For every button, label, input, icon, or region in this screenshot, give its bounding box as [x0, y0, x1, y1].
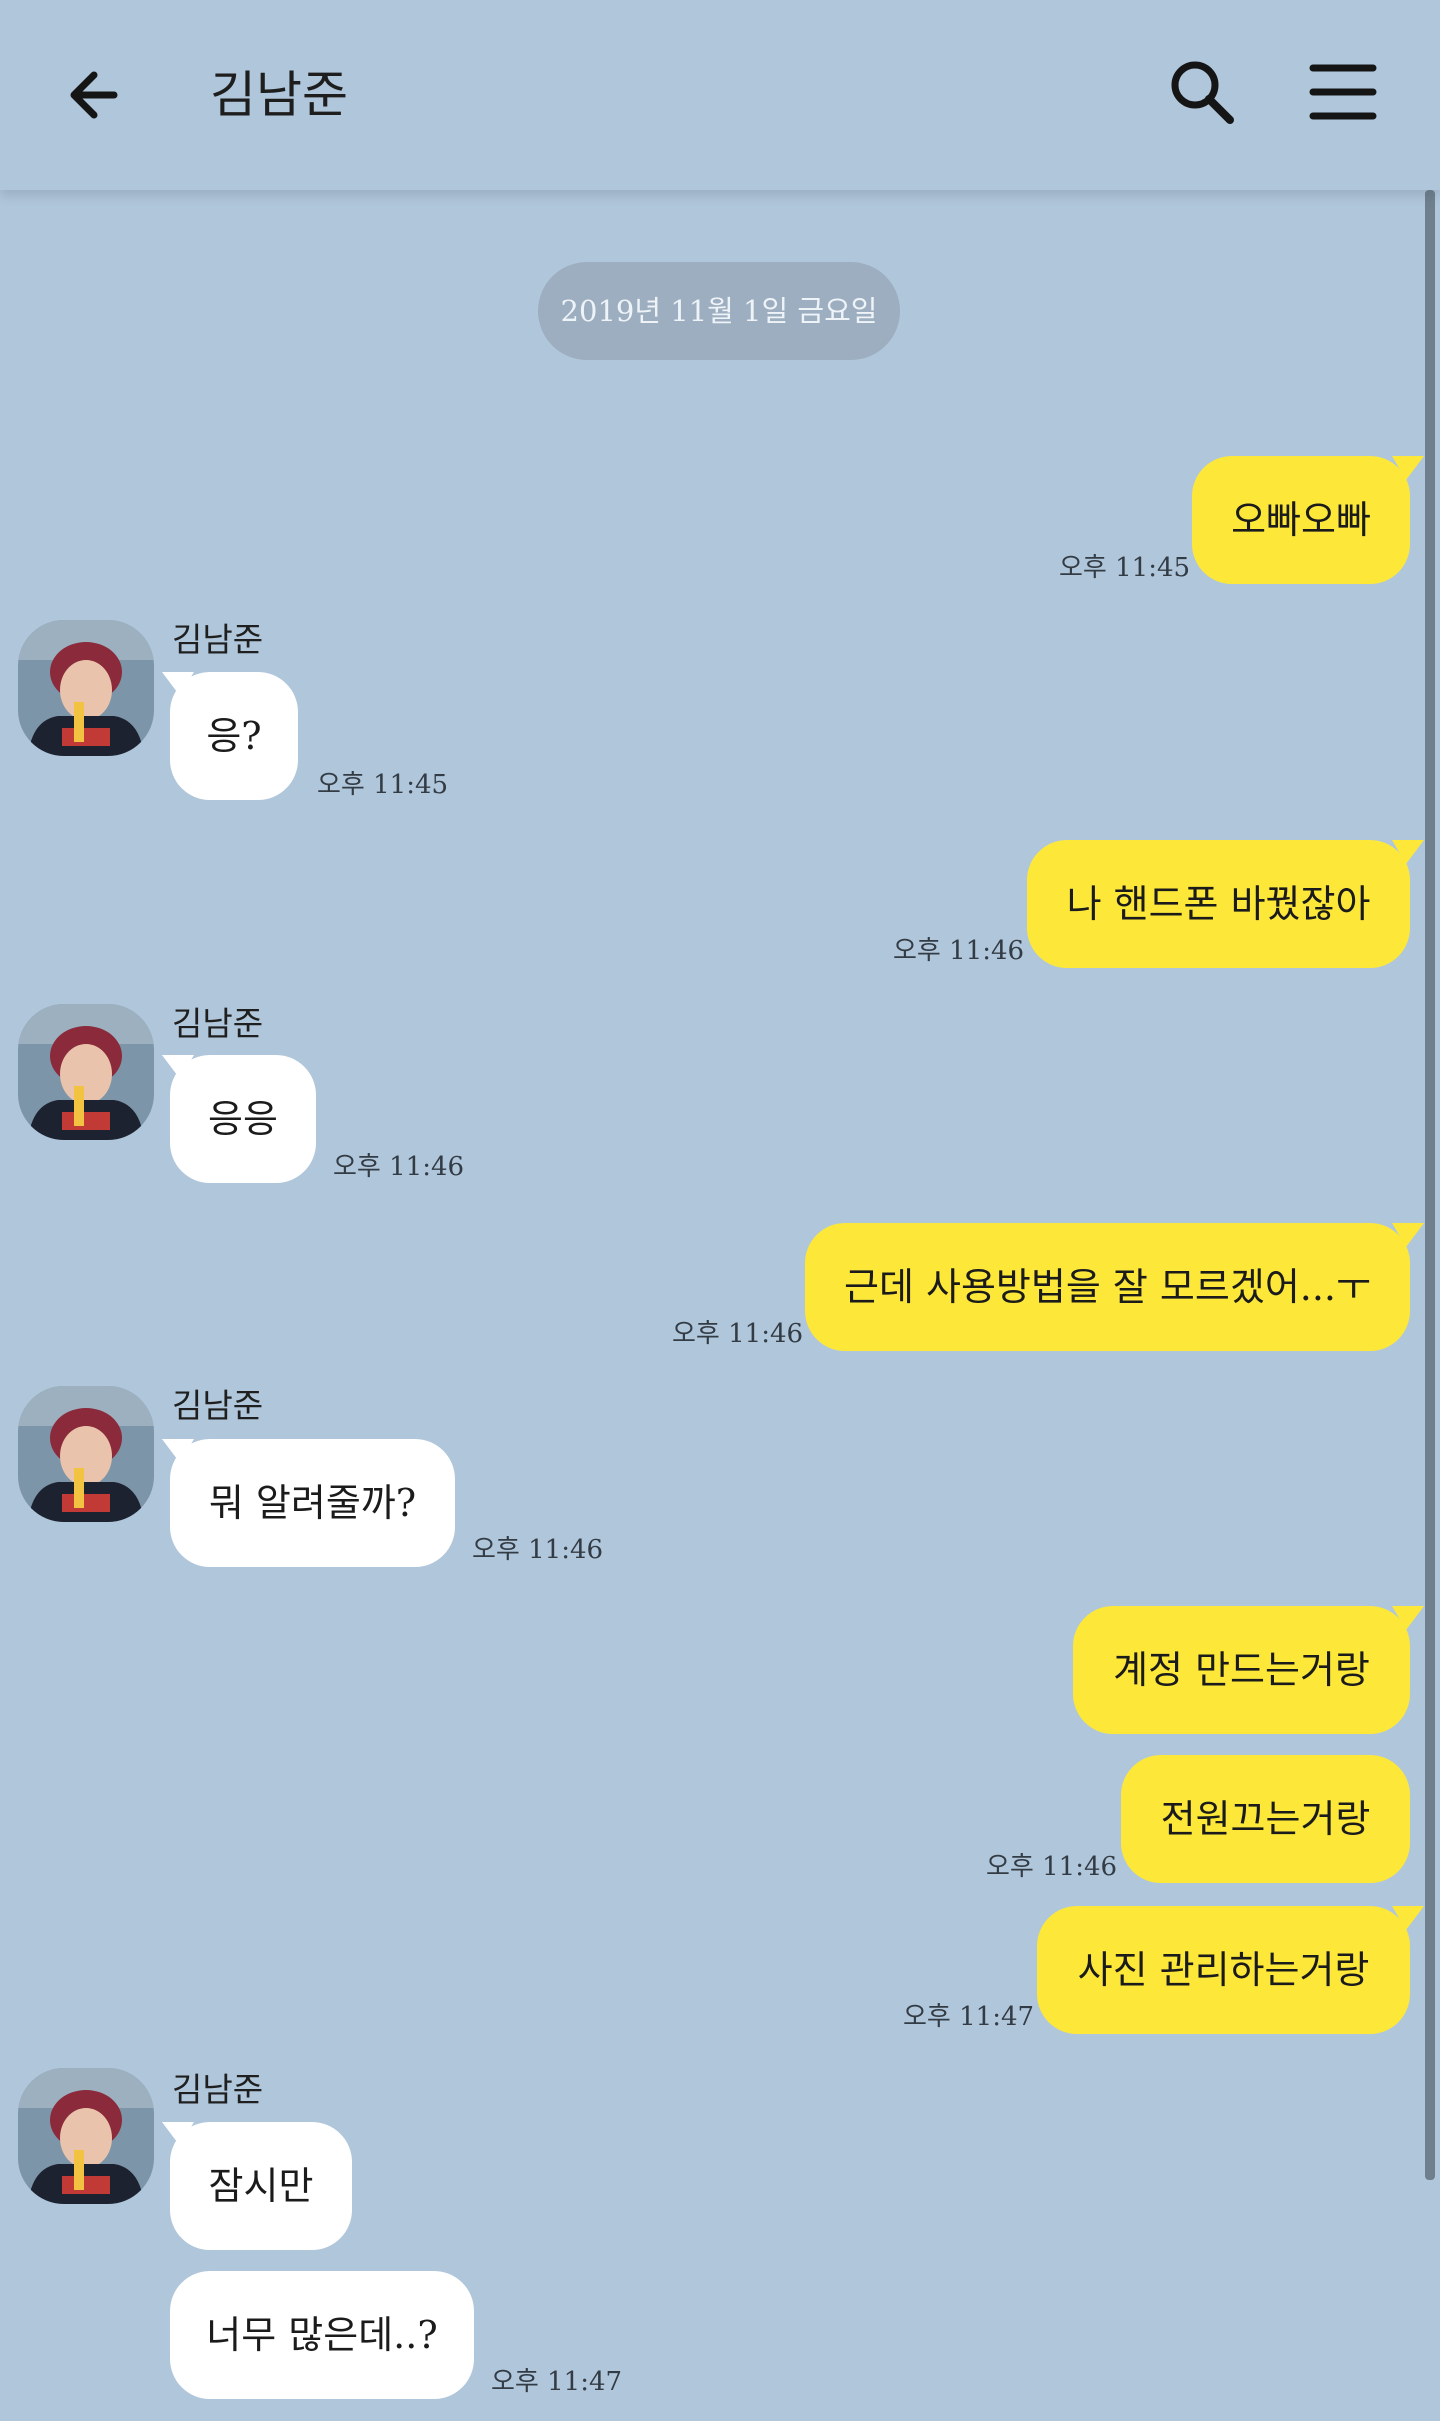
message-text: 응?	[206, 714, 262, 758]
bubble-tail	[162, 2122, 194, 2146]
message-text: 사진 관리하는거랑	[1077, 1948, 1370, 1992]
scrollbar[interactable]	[1425, 190, 1435, 2180]
message-time: 오후 11:47	[903, 2002, 1035, 2032]
my-message-bubble[interactable]: 근데 사용방법을 잘 모르겠어...ㅜ	[805, 1223, 1410, 1351]
their-message-bubble[interactable]: 잠시만	[170, 2122, 352, 2250]
message-text: 너무 많은데..?	[206, 2313, 438, 2357]
my-message-bubble[interactable]: 나 핸드폰 바꿨잖아	[1027, 840, 1410, 968]
message-time: 오후 11:46	[333, 1152, 465, 1182]
search-button[interactable]	[1162, 52, 1242, 132]
bubble-tail	[1392, 840, 1424, 864]
avatar[interactable]	[18, 2068, 154, 2204]
message-text: 계정 만드는거랑	[1113, 1648, 1370, 1692]
back-button[interactable]	[62, 55, 142, 135]
message-time: 오후 11:46	[893, 936, 1025, 966]
message-text: 전원끄는거랑	[1160, 1797, 1371, 1841]
message-text: 응응	[208, 1097, 278, 1141]
message-time: 오후 11:45	[1059, 553, 1191, 583]
bubble-tail	[1392, 1606, 1424, 1630]
sender-name: 김남준	[172, 1004, 264, 1043]
avatar[interactable]	[18, 1386, 154, 1522]
bubble-tail	[162, 672, 194, 696]
arrow-left-icon	[70, 71, 118, 119]
menu-button[interactable]	[1305, 52, 1385, 132]
avatar[interactable]	[18, 1004, 154, 1140]
their-message-bubble[interactable]: 뭐 알려줄까?	[170, 1439, 455, 1567]
sender-name: 김남준	[172, 1386, 264, 1425]
message-text: 잠시만	[208, 2164, 314, 2208]
sender-name: 김남준	[172, 620, 264, 659]
my-message-bubble[interactable]: 사진 관리하는거랑	[1037, 1906, 1410, 2034]
search-icon	[1171, 61, 1234, 124]
my-message-bubble[interactable]: 전원끄는거랑	[1121, 1755, 1410, 1883]
message-time: 오후 11:47	[491, 2367, 623, 2397]
message-text: 오빠오빠	[1231, 498, 1371, 542]
message-text: 나 핸드폰 바꿨잖아	[1066, 882, 1371, 926]
message-text: 근데 사용방법을 잘 모르겠어...ㅜ	[844, 1265, 1371, 1309]
date-divider: 2019년 11월 1일 금요일	[538, 262, 900, 360]
message-text: 뭐 알려줄까?	[208, 1481, 417, 1525]
bubble-tail	[162, 1055, 194, 1079]
chat-header: 김남준	[0, 0, 1440, 190]
avatar[interactable]	[18, 620, 154, 756]
message-time: 오후 11:45	[317, 770, 449, 800]
bubble-tail	[1392, 456, 1424, 480]
bubble-tail	[162, 1439, 194, 1463]
message-time: 오후 11:46	[672, 1319, 804, 1349]
my-message-bubble[interactable]: 계정 만드는거랑	[1073, 1606, 1410, 1734]
message-time: 오후 11:46	[986, 1852, 1118, 1882]
message-time: 오후 11:46	[472, 1535, 604, 1565]
chat-title: 김남준	[210, 66, 348, 124]
their-message-bubble[interactable]: 너무 많은데..?	[170, 2271, 474, 2399]
sender-name: 김남준	[172, 2070, 264, 2109]
bubble-tail	[1392, 1223, 1424, 1247]
hamburger-menu-icon	[1309, 64, 1377, 120]
bubble-tail	[1392, 1906, 1424, 1930]
my-message-bubble[interactable]: 오빠오빠	[1192, 456, 1410, 584]
